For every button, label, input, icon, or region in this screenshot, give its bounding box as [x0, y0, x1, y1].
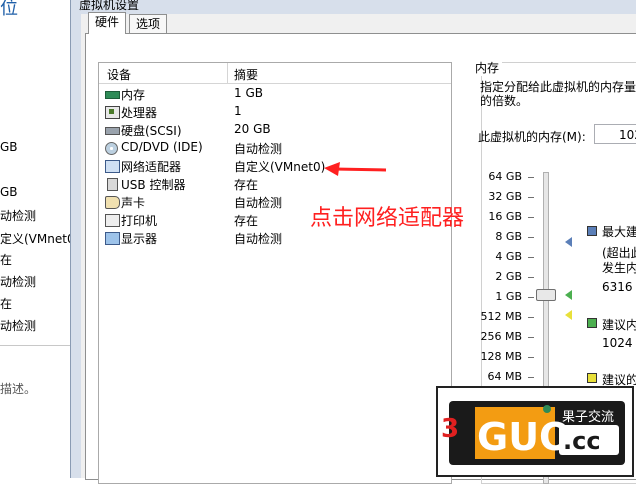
memory-scale-tick — [528, 317, 534, 318]
memory-scale-label: 2 GB — [495, 270, 522, 283]
display-icon — [105, 232, 120, 245]
max-recommended-label: 最大建 — [602, 225, 636, 239]
hard-disk-icon — [105, 127, 120, 135]
memory-scale-tick — [528, 237, 534, 238]
device-summary: 自定义(VMnet0) — [234, 160, 326, 174]
memory-scale-tick — [528, 177, 534, 178]
column-separator — [227, 63, 228, 83]
network-adapter-icon — [105, 160, 120, 173]
recommended-value: 1024 M — [602, 336, 636, 350]
tab-hardware[interactable]: 硬件 — [88, 12, 127, 34]
device-row-memory[interactable]: 内存 1 GB — [99, 85, 451, 103]
background-row: 定义(VMnet0 — [0, 232, 70, 246]
cd-dvd-icon — [105, 142, 118, 155]
memory-scale-label: 16 GB — [488, 210, 522, 223]
device-list-header: 设备 摘要 — [99, 63, 451, 84]
memory-scale-label: 32 GB — [488, 190, 522, 203]
device-summary: 1 GB — [234, 86, 263, 100]
svg-text:3: 3 — [441, 414, 459, 444]
memory-scale-label: 512 MB — [480, 310, 522, 323]
memory-scale-label: 64 MB — [487, 370, 522, 383]
device-summary: 自动检测 — [234, 142, 283, 156]
memory-scale-tick — [528, 377, 534, 378]
legend-note-2: 发生内 — [602, 261, 636, 275]
memory-scale-label: 64 GB — [488, 170, 522, 183]
sound-card-icon — [105, 196, 120, 209]
device-name: 内存 — [121, 88, 146, 102]
device-name: 网络适配器 — [121, 160, 182, 174]
annotation-arrow — [324, 162, 387, 176]
background-window: 位 GB GB 动检测 定义(VMnet0 在动检测在动检测 描述。 — [0, 0, 70, 478]
divider — [0, 345, 70, 346]
memory-scale-label: 1 GB — [495, 290, 522, 303]
memory-scale-label: 4 GB — [495, 250, 522, 263]
memory-icon — [105, 91, 120, 99]
device-summary: 1 — [234, 104, 242, 118]
column-device[interactable]: 设备 — [107, 66, 131, 83]
memory-description-line1: 指定分配给此虚拟机的内存量 — [480, 80, 636, 94]
background-window-title: 位 — [0, 0, 18, 19]
max-recommended-square — [587, 226, 597, 236]
memory-size-label: 此虚拟机的内存(M): — [478, 130, 586, 144]
watermark-tagline: 果子交流 — [562, 409, 614, 425]
memory-scale-tick — [528, 337, 534, 338]
background-row: 在 — [0, 253, 13, 267]
memory-slider-thumb[interactable] — [536, 289, 556, 301]
memory-size-input[interactable]: 102 — [594, 124, 636, 144]
device-row-cd-dvd[interactable]: CD/DVD (IDE) 自动检测 — [99, 139, 451, 157]
device-summary: 20 GB — [234, 122, 271, 136]
max-recommended-marker — [565, 237, 572, 247]
background-row: 在 — [0, 297, 13, 311]
memory-group-title: 内存 — [472, 59, 503, 76]
memory-description: 指定分配给此虚拟机的内存量 的倍数。 — [480, 80, 636, 108]
recommended-label: 建议内 — [602, 318, 636, 332]
tab-options[interactable]: 选项 — [129, 14, 168, 33]
memory-scale-label: 8 GB — [495, 230, 522, 243]
device-summary: 存在 — [234, 214, 259, 228]
min-recommended-marker — [565, 310, 572, 320]
memory-scale-tick — [528, 257, 534, 258]
background-description: 描述。 — [0, 382, 37, 396]
memory-scale-label: 256 MB — [480, 330, 522, 343]
device-name: 硬盘(SCSI) — [121, 124, 182, 138]
memory-scale-label: 128 MB — [480, 350, 522, 363]
device-list[interactable]: 设备 摘要 内存 1 GB 处理器 1 硬盘(SCSI) 20 GB CD/DVD (IDE… — [98, 62, 452, 484]
device-name: 处理器 — [121, 106, 158, 120]
memory-scale-tick — [528, 357, 534, 358]
device-summary: 自动检测 — [234, 196, 283, 210]
background-row: GB — [0, 140, 18, 154]
device-row-hard-disk[interactable]: 硬盘(SCSI) 20 GB — [99, 121, 451, 139]
recommended-square — [587, 318, 597, 328]
device-name: 显示器 — [121, 232, 158, 246]
annotation-text: 点击网络适配器 — [310, 206, 465, 231]
memory-scale-tick — [528, 297, 534, 298]
watermark-brand: GUO — [477, 415, 571, 459]
memory-description-line2: 的倍数。 — [480, 94, 529, 108]
background-row: 动检测 — [0, 275, 37, 289]
memory-scale-tick — [528, 217, 534, 218]
device-row-processor[interactable]: 处理器 1 — [99, 103, 451, 121]
device-summary: 自动检测 — [234, 232, 283, 246]
recommended-marker — [565, 290, 572, 300]
guo-cc-watermark-logo: 3 GUO .cc 果子交流 — [436, 386, 634, 477]
processor-icon — [105, 106, 120, 119]
column-summary[interactable]: 摘要 — [234, 66, 258, 83]
printer-icon — [105, 214, 120, 227]
device-row-usb[interactable]: USB 控制器 存在 — [99, 175, 451, 193]
memory-scale-tick — [528, 197, 534, 198]
max-recommended-value: 6316 M — [602, 280, 636, 294]
device-name: 声卡 — [121, 196, 146, 210]
background-row: GB — [0, 185, 18, 199]
watermark-domain: .cc — [563, 427, 601, 455]
min-recommended-square — [587, 373, 597, 383]
device-row-network-adapter[interactable]: 网络适配器 自定义(VMnet0) — [99, 157, 451, 175]
memory-scale-tick — [528, 277, 534, 278]
device-name: 打印机 — [121, 214, 158, 228]
background-row: 动检测 — [0, 319, 37, 333]
device-summary: 存在 — [234, 178, 259, 192]
usb-icon — [107, 178, 118, 191]
background-row: 动检测 — [0, 209, 37, 223]
device-name: USB 控制器 — [121, 178, 186, 192]
device-name: CD/DVD (IDE) — [121, 140, 203, 154]
